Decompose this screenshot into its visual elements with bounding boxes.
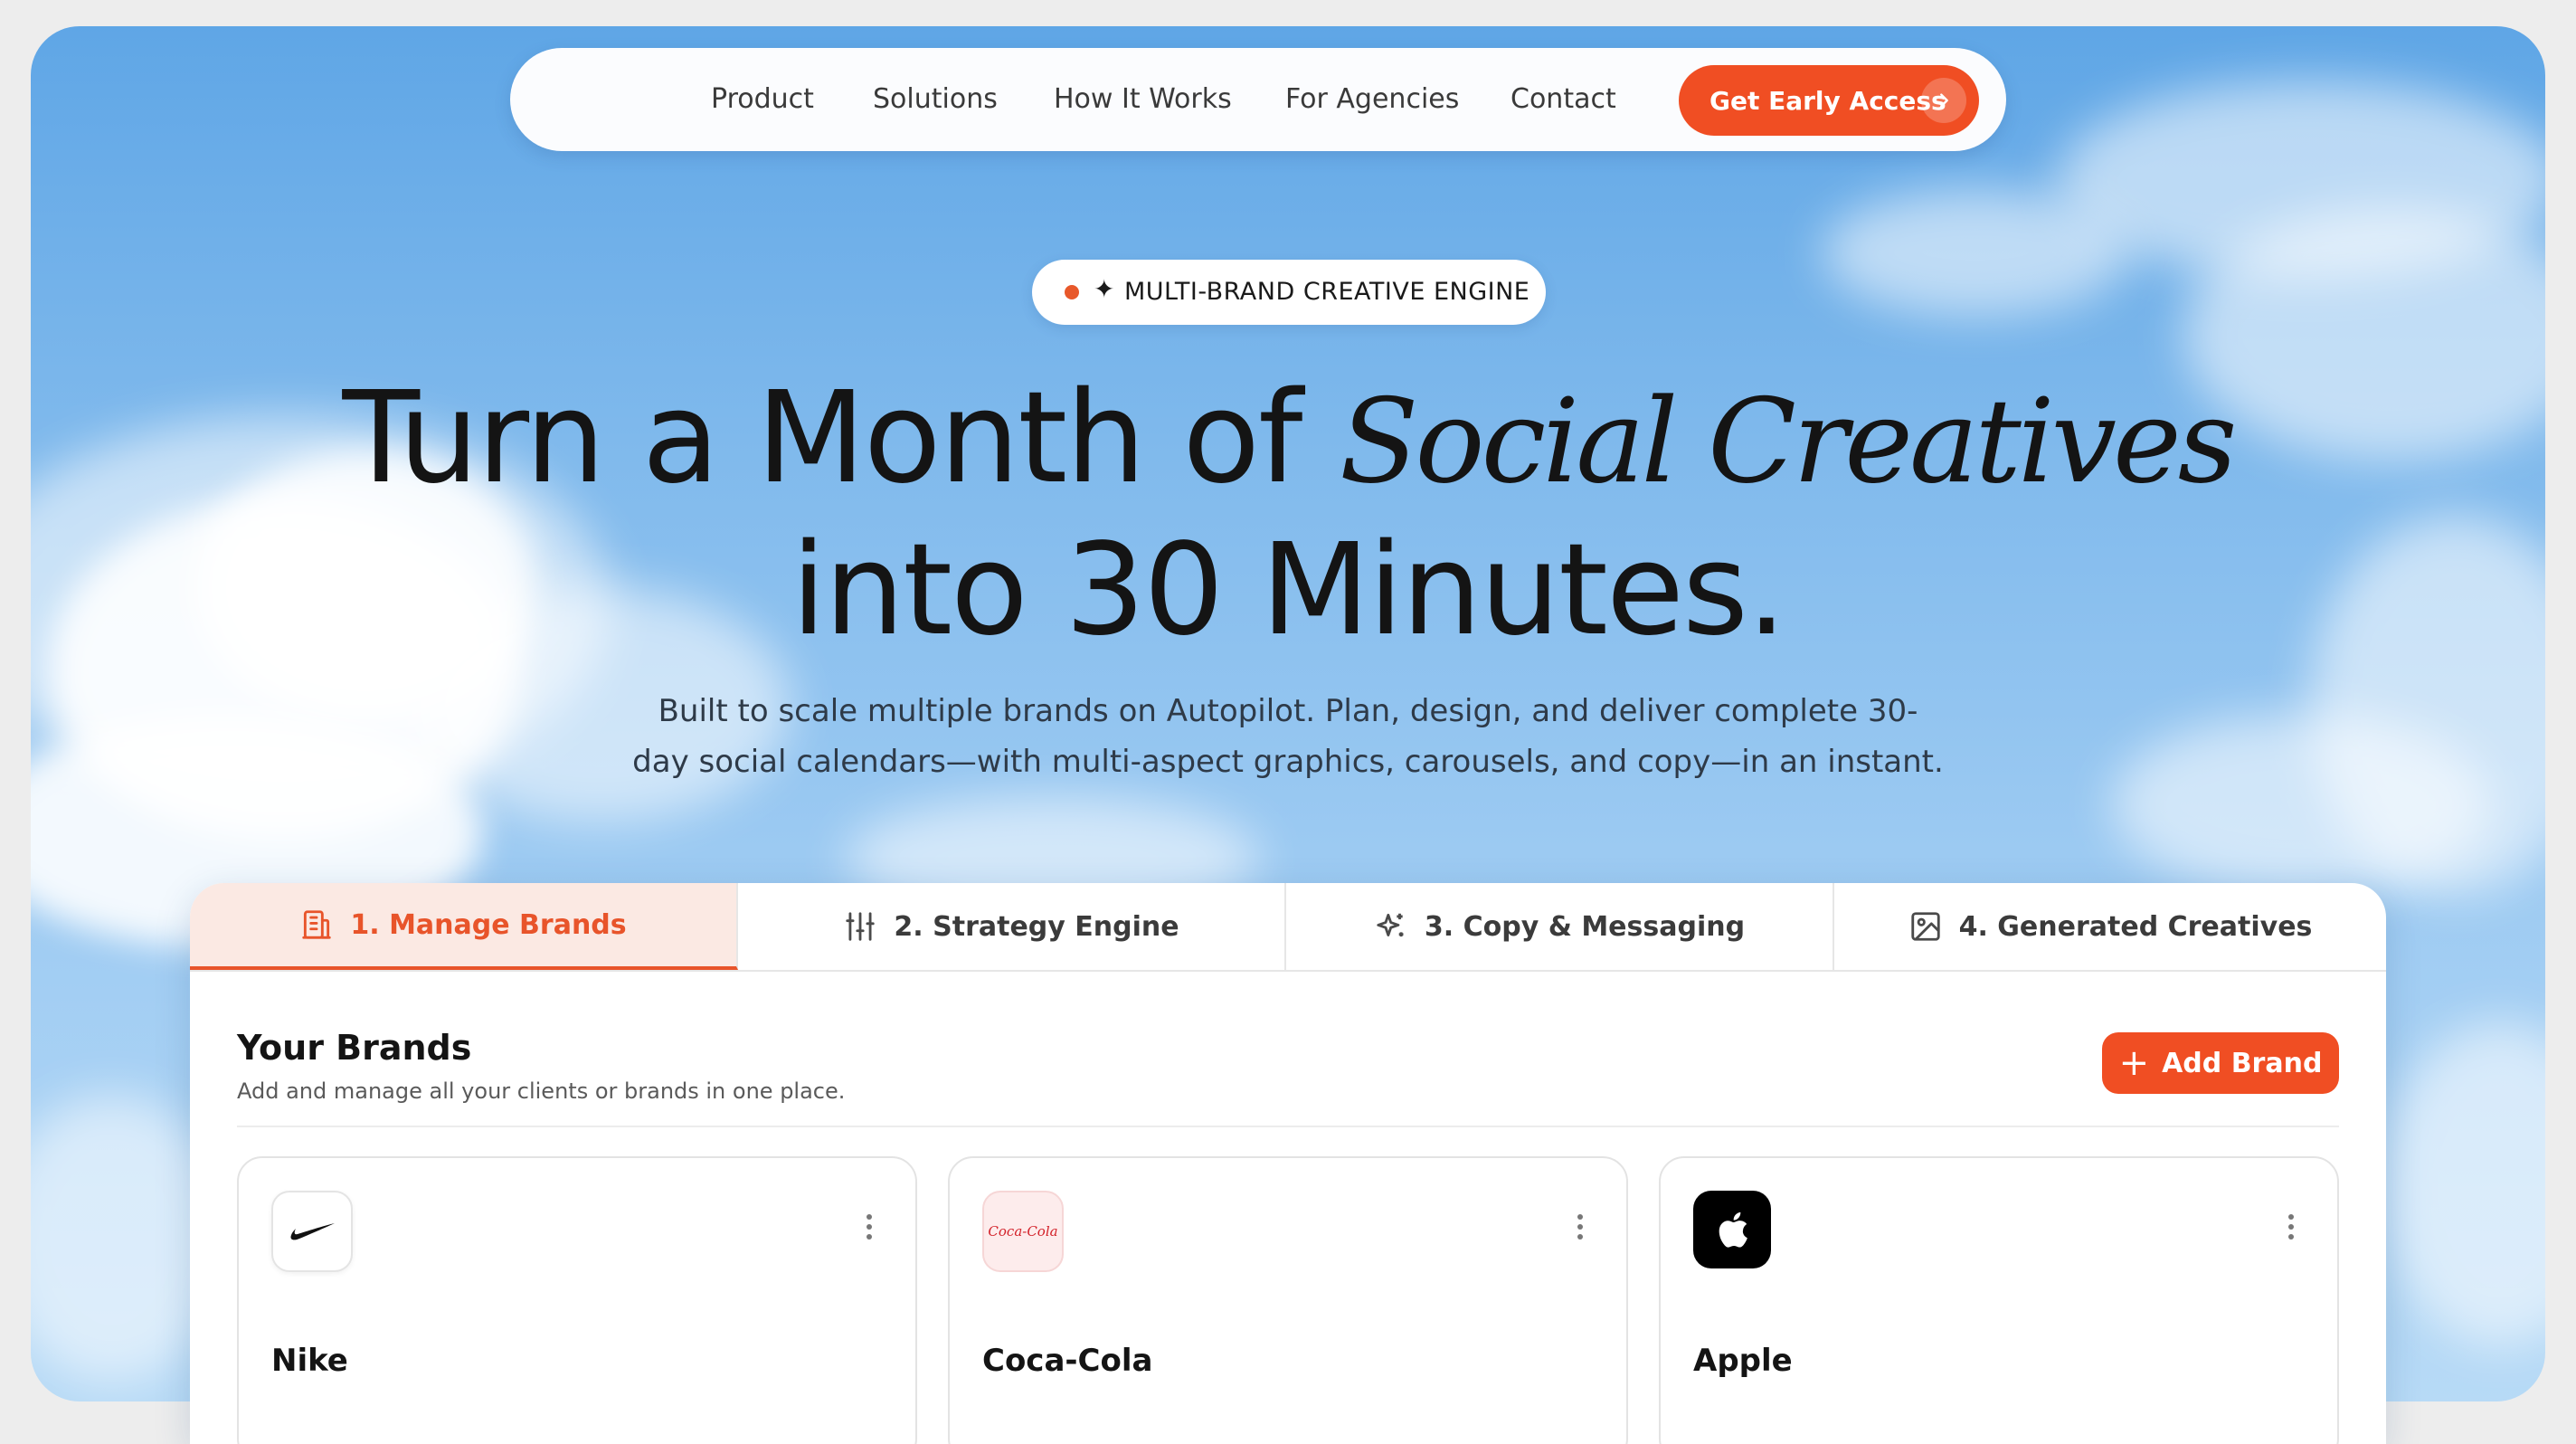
brand-name: Nike: [271, 1343, 348, 1379]
tab-strategy-engine[interactable]: 2. Strategy Engine: [738, 883, 1286, 970]
tab-label: 2. Strategy Engine: [894, 910, 1179, 943]
top-navbar: Product Solutions How It Works For Agenc…: [510, 48, 2006, 151]
brands-section-title: Your Brands: [237, 1028, 472, 1068]
tab-label: 3. Copy & Messaging: [1424, 910, 1746, 943]
apple-logo: [1693, 1191, 1771, 1268]
app-preview-panel: 1. Manage Brands 2. Strategy Engine 3. C…: [190, 883, 2386, 1444]
sliders-icon: [846, 912, 876, 941]
nike-swoosh-logo: [271, 1191, 353, 1272]
tab-copy-messaging[interactable]: 3. Copy & Messaging: [1286, 883, 1834, 970]
coca-cola-logo: Coca-Cola: [982, 1191, 1064, 1272]
hero-headline-plain: Turn a Month of: [342, 365, 1340, 512]
brand-card-apple[interactable]: Apple: [1659, 1156, 2339, 1444]
brand-name: Apple: [1693, 1343, 1793, 1379]
hero-subtitle-line-2: day social calendars—with multi-aspect g…: [632, 744, 1944, 780]
chevron-right-icon: [1921, 78, 1966, 123]
get-early-access-button[interactable]: Get Early Access: [1679, 65, 1979, 136]
feature-badge: ✦ MULTI-BRAND CREATIVE ENGINE: [1032, 260, 1546, 325]
hero-headline-line-1: Turn a Month of Social Creatives: [0, 362, 2576, 519]
step-tabs: 1. Manage Brands 2. Strategy Engine 3. C…: [190, 883, 2386, 972]
section-divider: [237, 1126, 2339, 1127]
sparkles-icon: [1377, 913, 1404, 937]
plus-icon: +: [2118, 1042, 2150, 1084]
add-brand-button[interactable]: + Add Brand: [2102, 1032, 2339, 1094]
badge-text: MULTI-BRAND CREATIVE ENGINE: [1124, 278, 1530, 306]
nav-link-how-it-works[interactable]: How It Works: [1054, 48, 1232, 151]
add-brand-label: Add Brand: [2162, 1047, 2323, 1079]
nav-link-solutions[interactable]: Solutions: [873, 48, 998, 151]
image-icon: [1910, 912, 1940, 941]
more-options-icon[interactable]: [867, 1214, 872, 1244]
tab-manage-brands[interactable]: 1. Manage Brands: [190, 883, 738, 970]
hero-subtitle-line-1: Built to scale multiple brands on Autopi…: [658, 693, 1918, 729]
tab-generated-creatives[interactable]: 4. Generated Creatives: [1834, 883, 2386, 970]
brand-card-coca-cola[interactable]: Coca-Cola Coca-Cola: [948, 1156, 1628, 1444]
sparkle-icon: ✦: [1094, 274, 1115, 304]
hero-headline-line-2: into 30 Minutes.: [791, 517, 1787, 664]
building-icon: [302, 910, 332, 939]
status-dot-icon: [1065, 285, 1079, 299]
tab-label: 1. Manage Brands: [350, 908, 627, 941]
brand-name: Coca-Cola: [982, 1343, 1153, 1379]
nav-link-contact[interactable]: Contact: [1511, 48, 1616, 151]
hero-headline-italic: Social Creatives: [1339, 375, 2238, 509]
brands-section-subtitle: Add and manage all your clients or brand…: [237, 1078, 846, 1104]
brand-card-nike[interactable]: Nike: [237, 1156, 917, 1444]
tab-label: 4. Generated Creatives: [1958, 910, 2313, 943]
cta-label: Get Early Access: [1709, 85, 1946, 116]
more-options-icon[interactable]: [2288, 1214, 2294, 1244]
nav-link-for-agencies[interactable]: For Agencies: [1285, 48, 1459, 151]
nav-link-product[interactable]: Product: [711, 48, 814, 151]
more-options-icon[interactable]: [1577, 1214, 1583, 1244]
